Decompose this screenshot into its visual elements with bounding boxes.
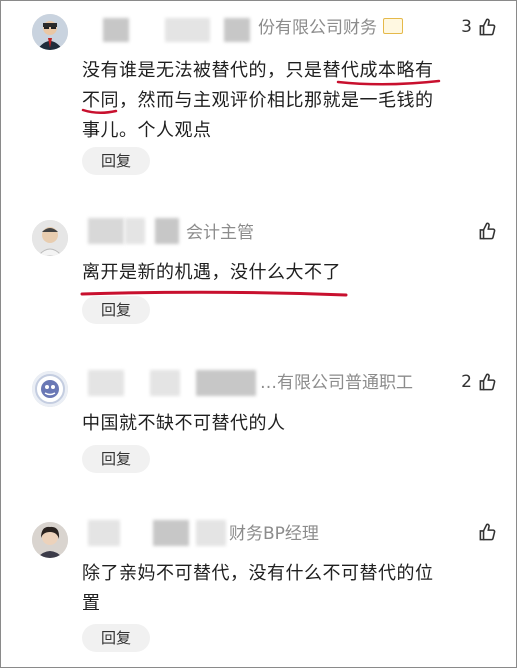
like-button[interactable]: 3: [461, 17, 497, 37]
like-count: 2: [461, 372, 472, 392]
like-button[interactable]: [472, 523, 497, 542]
username-blur: [88, 370, 124, 396]
like-count: 3: [461, 17, 472, 37]
avatar[interactable]: [32, 371, 68, 407]
reply-button[interactable]: 回复: [82, 147, 150, 175]
username-blur: [88, 218, 124, 244]
comment-text: 离开是新的机遇，没什么大不了: [82, 262, 341, 283]
username-blur: [165, 18, 210, 42]
like-button[interactable]: [472, 222, 497, 241]
username-blur: [153, 520, 189, 546]
comment-text: 除了亲妈不可替代，没有什么不可替代的位 置: [82, 563, 434, 614]
reply-button[interactable]: 回复: [82, 445, 150, 473]
username-blur: [88, 520, 120, 546]
username-blur: [224, 18, 250, 42]
level-badge-icon: [383, 18, 403, 34]
user-title: 份有限公司财务: [258, 17, 403, 39]
reply-button[interactable]: 回复: [82, 296, 150, 324]
like-button[interactable]: 2: [461, 372, 497, 392]
username-blur: [103, 18, 129, 42]
comment-text: 没有谁是无法被替代的，只是替代成本略有 不同，然而与主观评价相比那就是一毛钱的 …: [82, 60, 434, 141]
avatar[interactable]: [32, 14, 68, 50]
thumbs-up-icon: [479, 373, 496, 390]
annotation-underline: [336, 79, 441, 86]
avatar[interactable]: [32, 220, 68, 256]
thumbs-up-icon: [479, 523, 496, 541]
user-title: 会计主管: [186, 223, 254, 243]
thumbs-up-icon: [479, 18, 496, 35]
user-title: …有限公司普通职工: [260, 373, 413, 393]
username-blur: [196, 370, 256, 396]
annotation-underline: [81, 108, 118, 114]
thumbs-up-icon: [479, 222, 496, 240]
username-blur: [150, 370, 180, 396]
comment-text: 中国就不缺不可替代的人: [82, 413, 286, 434]
avatar[interactable]: [32, 522, 68, 558]
reply-button[interactable]: 回复: [82, 624, 150, 652]
user-title: 财务BP经理: [229, 524, 319, 544]
username-blur: [155, 218, 179, 244]
username-blur: [125, 218, 145, 244]
username-blur: [196, 520, 226, 546]
